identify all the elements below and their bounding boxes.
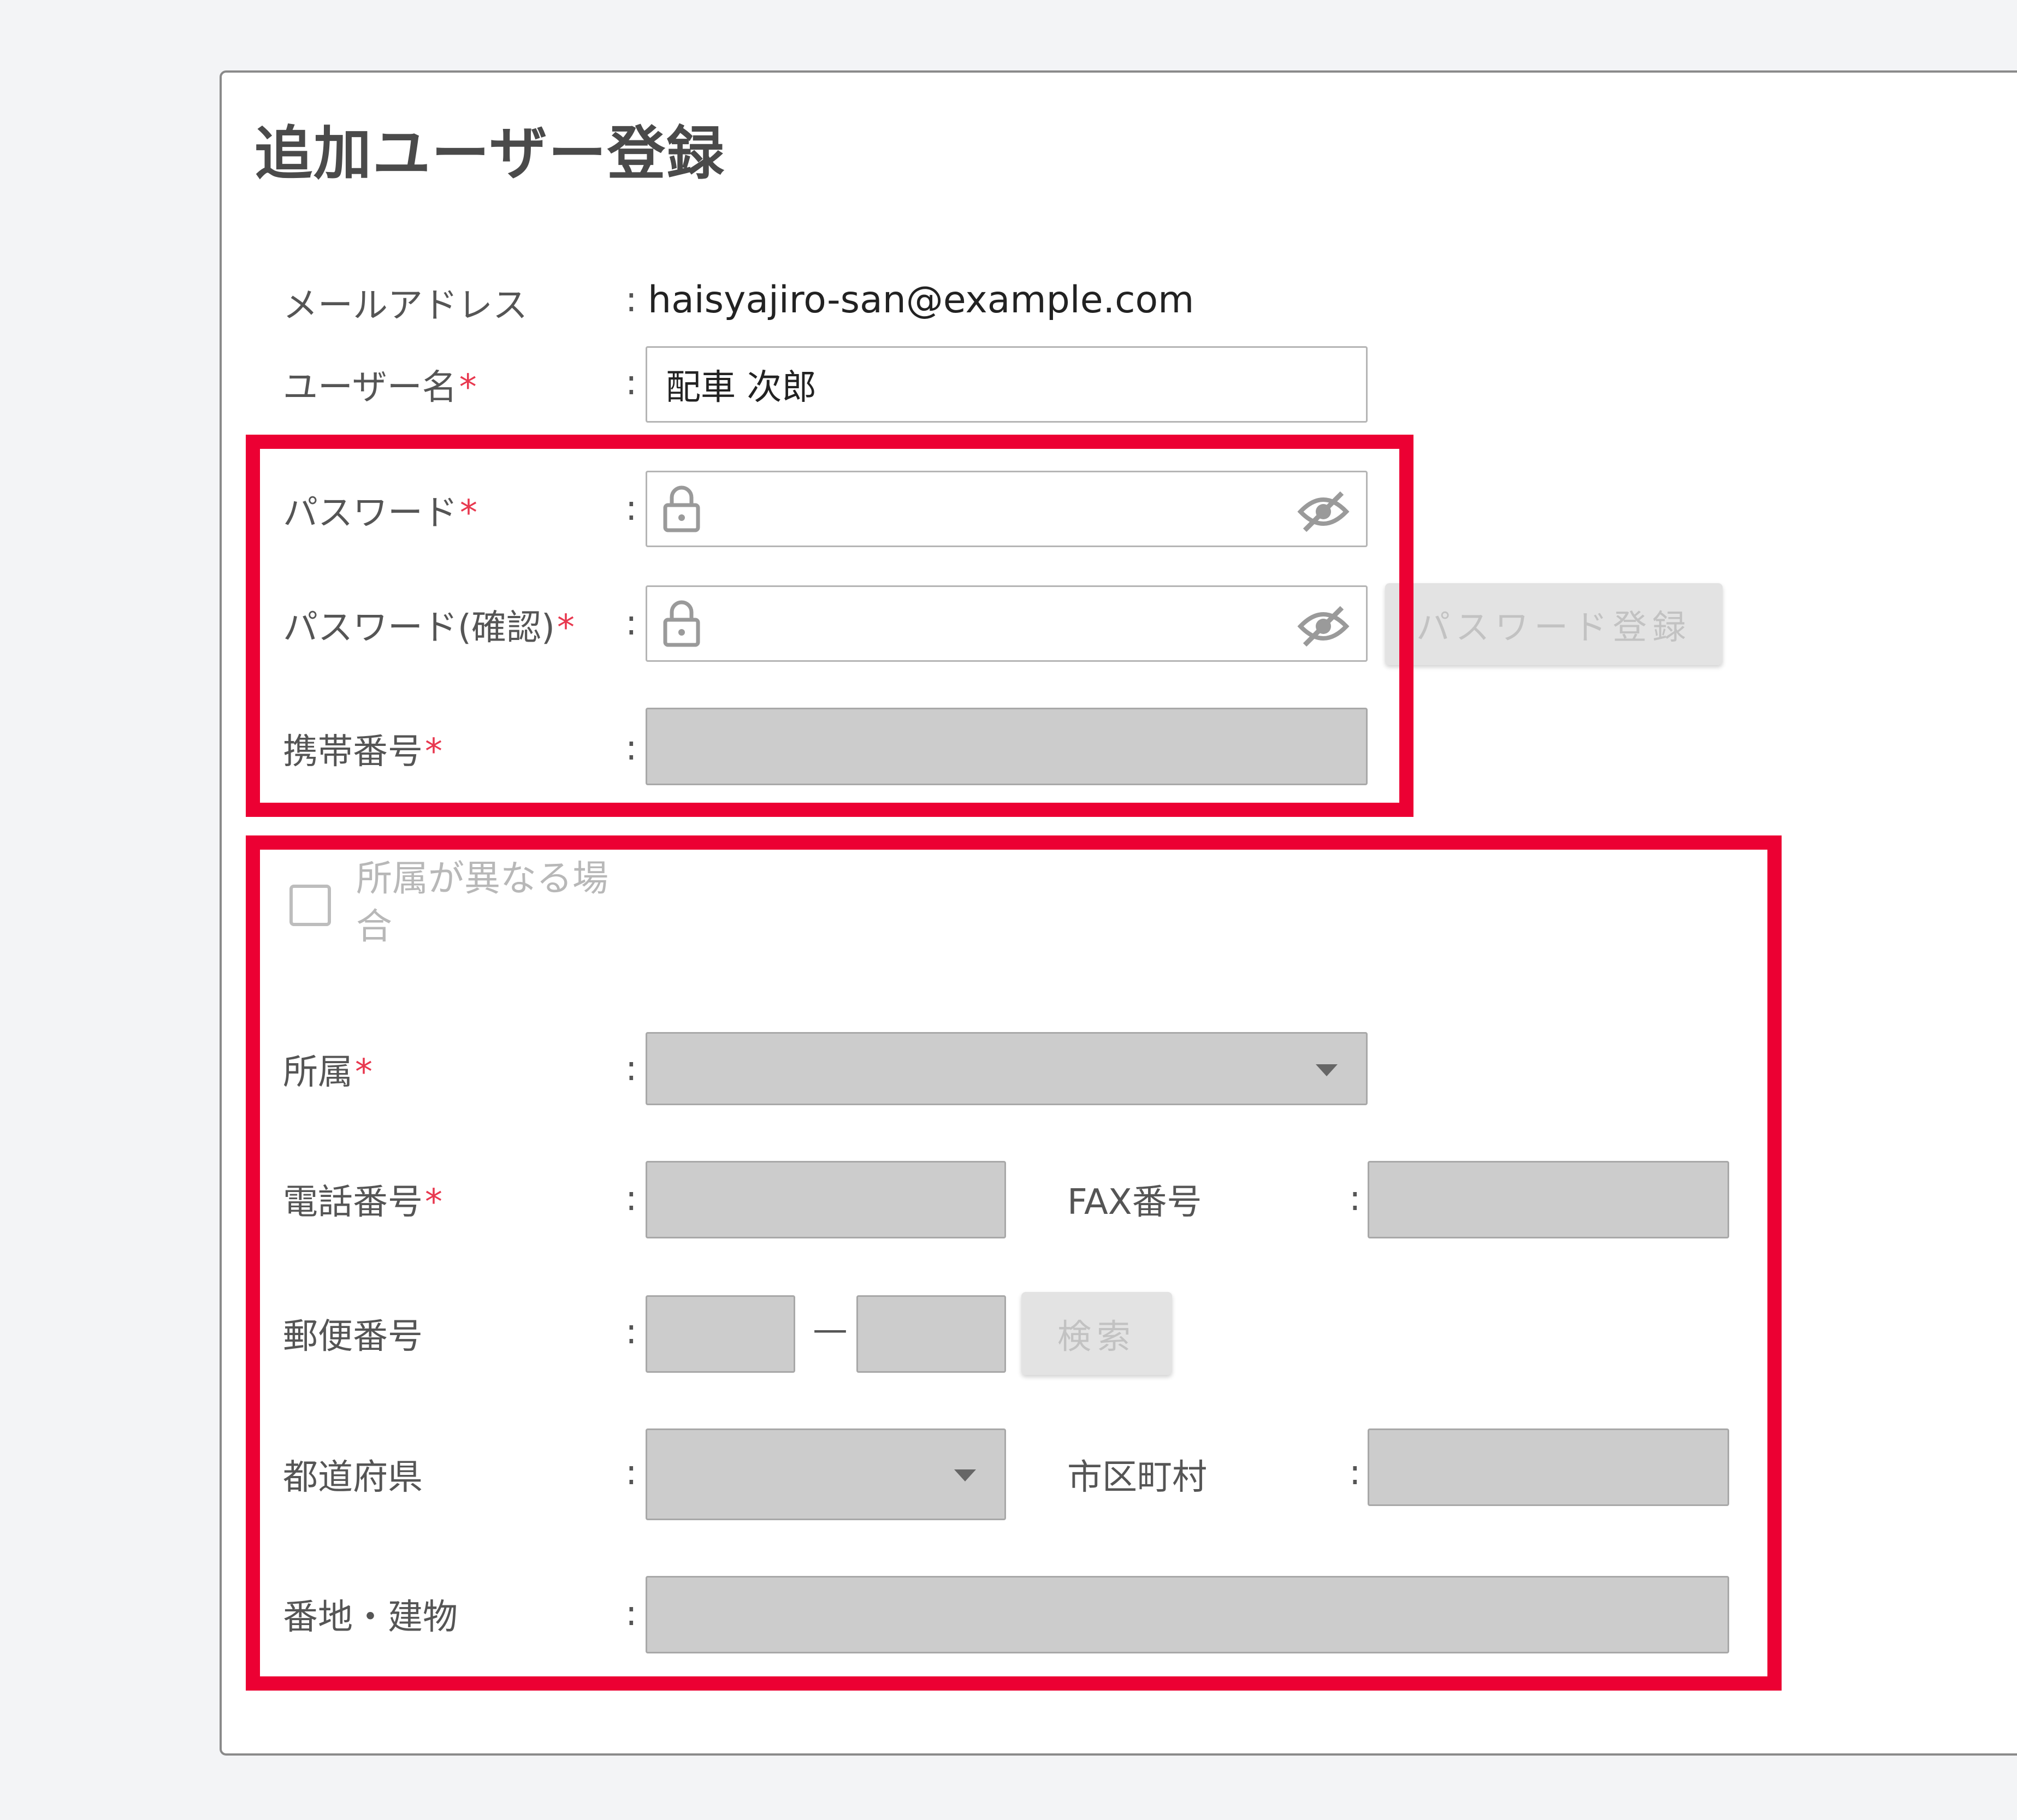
required-mark: * [459, 367, 477, 408]
page: 追加ユーザー登録 メールアドレス : haisyajiro-san@exampl… [0, 0, 2017, 1820]
username-label: ユーザー名* [283, 367, 477, 408]
password-register-button[interactable]: パスワード登録 [1385, 583, 1723, 665]
email-value: haisyajiro-san@example.com [648, 278, 1194, 322]
highlight-box-affiliation [246, 835, 1782, 1691]
colon: : [625, 363, 637, 403]
colon: : [625, 280, 637, 320]
username-input[interactable]: 配車 次郎 [646, 346, 1368, 423]
page-title: 追加ユーザー登録 [255, 120, 725, 187]
highlight-box-password [246, 435, 1413, 817]
username-input-value: 配車 次郎 [666, 367, 817, 408]
email-label: メールアドレス [283, 286, 528, 326]
